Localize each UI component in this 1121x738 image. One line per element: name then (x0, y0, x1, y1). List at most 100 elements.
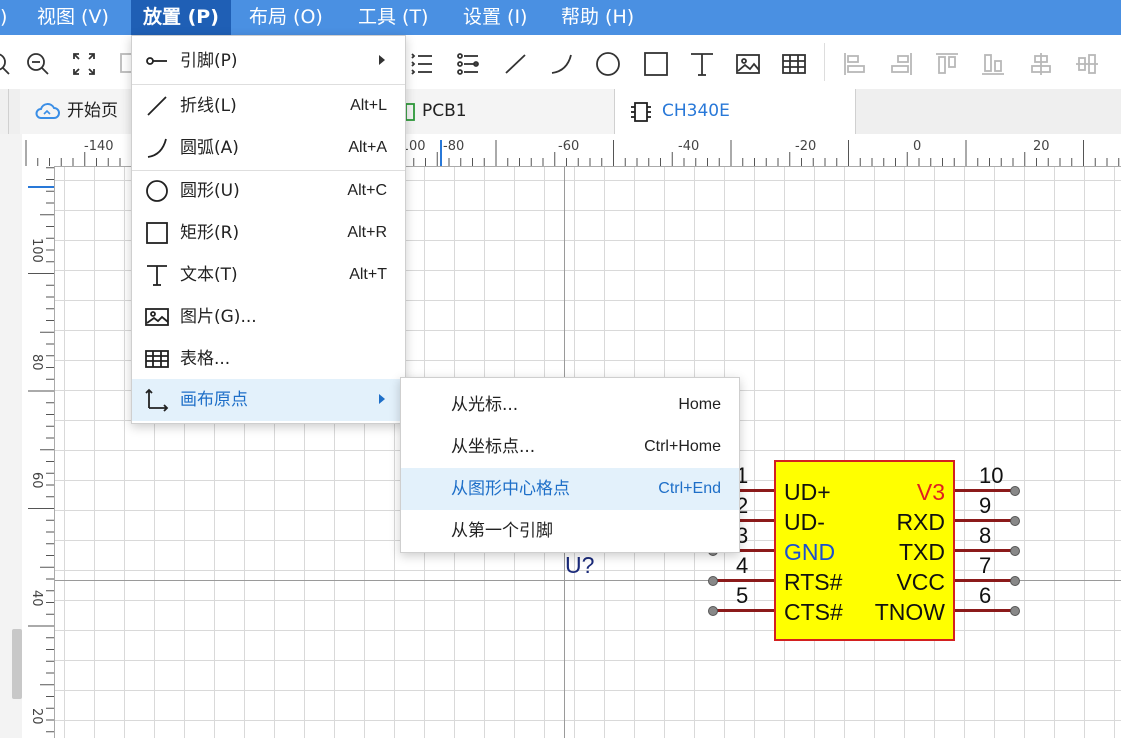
submenu-item-from-shape-center[interactable]: 从图形中心格点 Ctrl+End (401, 468, 739, 510)
pin-endpoint[interactable] (1010, 546, 1020, 556)
canvas-origin-submenu: 从光标... Home 从坐标点... Ctrl+Home 从图形中心格点 Ct… (400, 377, 740, 553)
ruler-label: 0 (913, 139, 922, 154)
menu-partial-item[interactable]: ) (0, 0, 7, 35)
text-tool-icon[interactable] (689, 51, 715, 77)
pin-name: TXD (899, 539, 945, 565)
menu-place[interactable]: 放置 (P) (131, 0, 231, 35)
align-bottom-icon[interactable] (980, 51, 1006, 77)
menu-item-label: 圆形(U) (180, 181, 240, 201)
menu-item-arc[interactable]: 圆弧(A) Alt+A (132, 127, 405, 169)
tab-ch340e[interactable]: CH340E (614, 89, 856, 134)
line-tool-icon[interactable] (503, 51, 529, 77)
pin-name: RXD (896, 509, 945, 535)
zoom-out-icon[interactable] (25, 51, 51, 77)
component-body[interactable]: UD+ UD- GND RTS# CTS# V3 RXD TXD VCC TNO… (774, 460, 955, 641)
submenu-item-from-cursor[interactable]: 从光标... Home (401, 384, 739, 426)
panel-collapse-handle[interactable] (12, 629, 22, 699)
menu-tools[interactable]: 工具 (T) (358, 0, 428, 35)
arc-tool-icon[interactable] (549, 51, 575, 77)
tab-pcb1-label: PCB1 (422, 101, 467, 121)
align-center-vertical-icon[interactable] (1074, 51, 1100, 77)
image-tool-icon[interactable] (735, 51, 761, 77)
pin-endpoint[interactable] (1010, 486, 1020, 496)
rectangle-tool-icon[interactable] (643, 51, 669, 77)
menu-help[interactable]: 帮助 (H) (561, 0, 634, 35)
menu-item-image[interactable]: 图片(G)... (132, 296, 405, 338)
pin-endpoint[interactable] (1010, 576, 1020, 586)
menu-item-polyline[interactable]: 折线(L) Alt+L (132, 85, 405, 127)
menu-item-pin[interactable]: 引脚(P) (132, 40, 405, 82)
pin-endpoint[interactable] (708, 576, 718, 586)
place-dropdown-menu: 引脚(P) 折线(L) Alt+L 圆弧(A) Alt+A 圆形(U) Alt+… (131, 35, 406, 424)
submenu-item-shortcut: Ctrl+Home (644, 438, 721, 455)
tab-pcb1[interactable]: PCB1 (400, 89, 615, 134)
menu-item-rectangle[interactable]: 矩形(R) Alt+R (132, 212, 405, 254)
rectangle-icon (145, 221, 169, 245)
submenu-item-label: 从图形中心格点 (451, 479, 570, 499)
menu-item-label: 圆弧(A) (180, 138, 239, 158)
cursor-marker (440, 140, 442, 166)
pin-endpoint[interactable] (1010, 516, 1020, 526)
ruler-label: 80 (29, 354, 44, 371)
polyline-icon (145, 94, 169, 118)
pin-name: RTS# (784, 569, 843, 595)
pin-number: 4 (736, 553, 749, 578)
menu-item-circle[interactable]: 圆形(U) Alt+C (132, 170, 405, 212)
submenu-item-label: 从坐标点... (451, 437, 536, 457)
pin-endpoint[interactable] (1010, 606, 1020, 616)
pin-number: 5 (736, 583, 749, 608)
tab-start-page[interactable]: 开始页 (20, 89, 140, 134)
menu-view[interactable]: 视图 (V) (37, 0, 109, 35)
tab-edge (0, 89, 9, 134)
zoom-in-icon[interactable] (0, 51, 12, 77)
component-designator[interactable]: U? (565, 552, 594, 579)
submenu-item-shortcut: Ctrl+End (658, 480, 721, 497)
align-center-horizontal-icon[interactable] (1028, 51, 1054, 77)
menu-item-label: 文本(T) (180, 265, 238, 285)
ruler-label: 20 (1033, 139, 1050, 154)
image-icon (145, 305, 169, 329)
submenu-item-from-coordinate[interactable]: 从坐标点... Ctrl+Home (401, 426, 739, 468)
pin-name-gnd: GND (784, 539, 836, 565)
align-left-icon[interactable] (842, 51, 868, 77)
table-tool-icon[interactable] (781, 51, 807, 77)
submenu-item-shortcut: Home (678, 396, 721, 413)
menu-item-label: 画布原点 (180, 390, 248, 410)
menu-item-shortcut: Alt+T (349, 266, 387, 283)
bus-entry-icon[interactable] (409, 51, 435, 77)
menu-item-label: 引脚(P) (180, 51, 238, 71)
pin-name: VCC (896, 569, 945, 595)
menu-item-shortcut: Alt+C (347, 182, 387, 199)
table-icon (145, 347, 169, 371)
align-right-icon[interactable] (888, 51, 914, 77)
menu-item-shortcut: Alt+A (348, 139, 387, 156)
circle-tool-icon[interactable] (595, 51, 621, 77)
pin-line[interactable] (955, 609, 1015, 612)
pin-line[interactable] (955, 579, 1015, 582)
pin-line[interactable] (713, 609, 774, 612)
pin-number: 6 (979, 583, 992, 608)
ruler-label: -40 (678, 139, 700, 154)
pin-name: TNOW (874, 599, 945, 625)
fit-view-icon[interactable] (71, 51, 97, 77)
menu-settings[interactable]: 设置 (I) (463, 0, 527, 35)
pin-line[interactable] (713, 579, 774, 582)
pin-number: 8 (979, 523, 992, 548)
pin-endpoint[interactable] (708, 606, 718, 616)
vertical-ruler: 100 80 60 40 20 (22, 166, 55, 738)
pin-line[interactable] (955, 519, 1015, 522)
pin-line[interactable] (955, 489, 1015, 492)
submenu-item-label: 从第一个引脚 (451, 521, 553, 541)
tab-ch340e-label: CH340E (662, 101, 730, 121)
submenu-item-from-first-pin[interactable]: 从第一个引脚 (401, 510, 739, 552)
menu-item-canvas-origin[interactable]: 画布原点 (132, 379, 405, 421)
menu-item-text[interactable]: 文本(T) Alt+T (132, 254, 405, 296)
net-flag-icon[interactable] (455, 51, 481, 77)
menu-layout[interactable]: 布局 (O) (249, 0, 323, 35)
ruler-label: -140 (84, 139, 114, 154)
menu-item-label: 图片(G)... (180, 307, 257, 327)
pin-line[interactable] (955, 549, 1015, 552)
menu-item-shortcut: Alt+R (347, 224, 387, 241)
align-top-icon[interactable] (934, 51, 960, 77)
menu-item-table[interactable]: 表格... (132, 338, 405, 380)
